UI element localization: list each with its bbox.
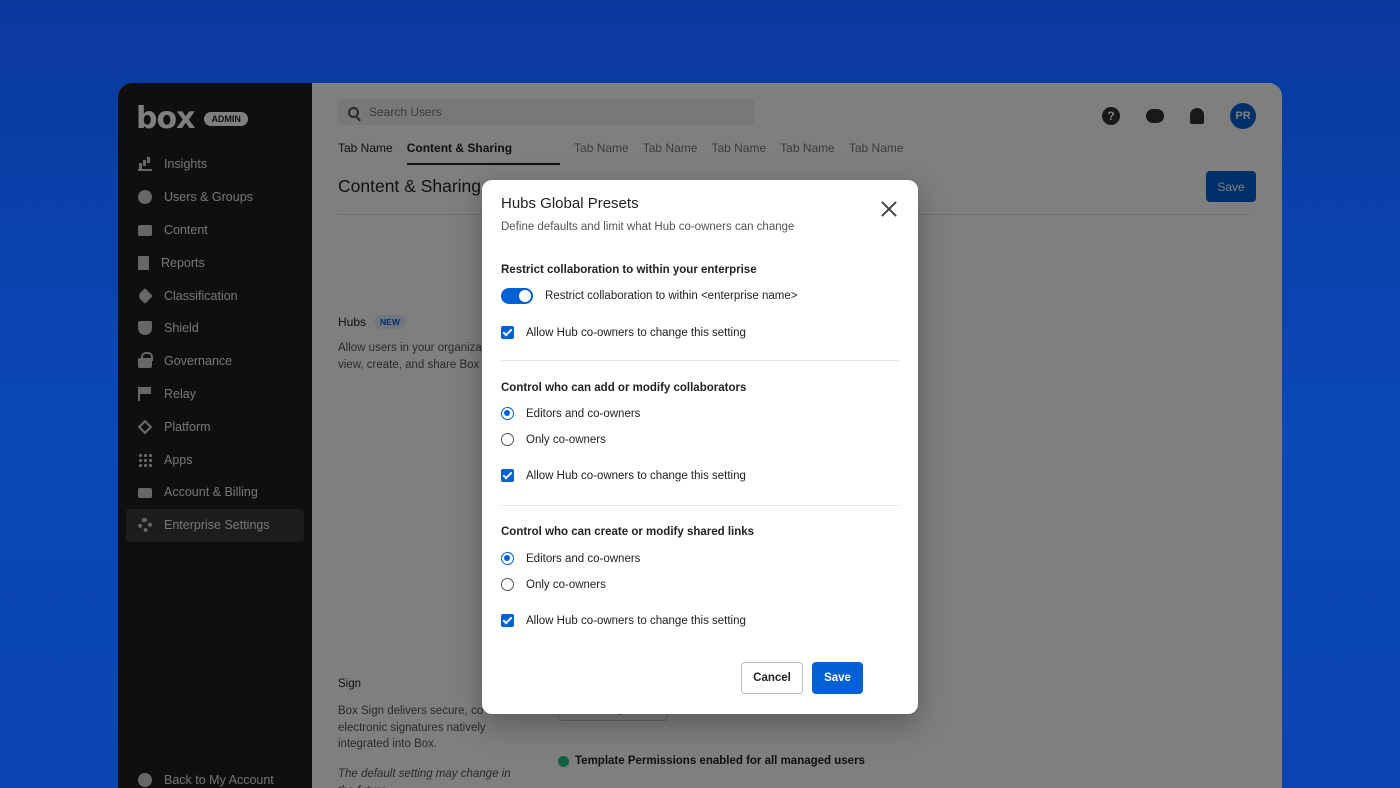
- allow-change-row[interactable]: Allow Hub co-owners to change this setti…: [501, 614, 746, 627]
- allow-change-row[interactable]: Allow Hub co-owners to change this setti…: [501, 469, 746, 482]
- checkbox-label: Allow Hub co-owners to change this setti…: [526, 326, 746, 339]
- checkbox-label: Allow Hub co-owners to change this setti…: [526, 469, 746, 482]
- restrict-toggle-row[interactable]: Restrict collaboration to within <enterp…: [501, 288, 798, 304]
- radio-label: Editors and co-owners: [526, 552, 641, 565]
- radio-only-co-owners[interactable]: [501, 433, 514, 446]
- collaborators-section: Control who can add or modify collaborat…: [501, 382, 899, 482]
- section-divider: [501, 505, 899, 506]
- modal-title: Hubs Global Presets: [501, 195, 639, 212]
- close-icon[interactable]: [880, 200, 898, 218]
- radio-only-co-owners[interactable]: [501, 578, 514, 591]
- radio-option-editors[interactable]: Editors and co-owners: [501, 407, 640, 420]
- radio-editors-co-owners[interactable]: [501, 552, 514, 565]
- restrict-collaboration-section: Restrict collaboration to within your en…: [501, 264, 899, 339]
- modal-subtitle: Define defaults and limit what Hub co-ow…: [501, 221, 795, 233]
- allow-change-checkbox[interactable]: [501, 614, 514, 627]
- restrict-collaboration-toggle[interactable]: [501, 288, 533, 304]
- section-divider: [501, 360, 899, 361]
- section-title: Control who can create or modify shared …: [501, 526, 755, 538]
- checkbox-label: Allow Hub co-owners to change this setti…: [526, 614, 746, 627]
- radio-option-co-owners[interactable]: Only co-owners: [501, 578, 606, 591]
- cancel-button[interactable]: Cancel: [741, 662, 803, 694]
- section-title: Control who can add or modify collaborat…: [501, 382, 747, 394]
- hubs-presets-modal: Hubs Global Presets Define defaults and …: [482, 180, 918, 714]
- radio-label: Only co-owners: [526, 433, 606, 446]
- section-title: Restrict collaboration to within your en…: [501, 264, 757, 276]
- allow-change-row[interactable]: Allow Hub co-owners to change this setti…: [501, 326, 746, 339]
- toggle-label: Restrict collaboration to within <enterp…: [545, 290, 798, 302]
- shared-links-section: Control who can create or modify shared …: [501, 526, 899, 627]
- save-button[interactable]: Save: [812, 662, 863, 694]
- radio-label: Editors and co-owners: [526, 407, 641, 420]
- radio-option-editors[interactable]: Editors and co-owners: [501, 552, 640, 565]
- radio-editors-co-owners[interactable]: [501, 407, 514, 420]
- allow-change-checkbox[interactable]: [501, 469, 514, 482]
- allow-change-checkbox[interactable]: [501, 326, 514, 339]
- radio-label: Only co-owners: [526, 578, 606, 591]
- radio-option-co-owners[interactable]: Only co-owners: [501, 433, 606, 446]
